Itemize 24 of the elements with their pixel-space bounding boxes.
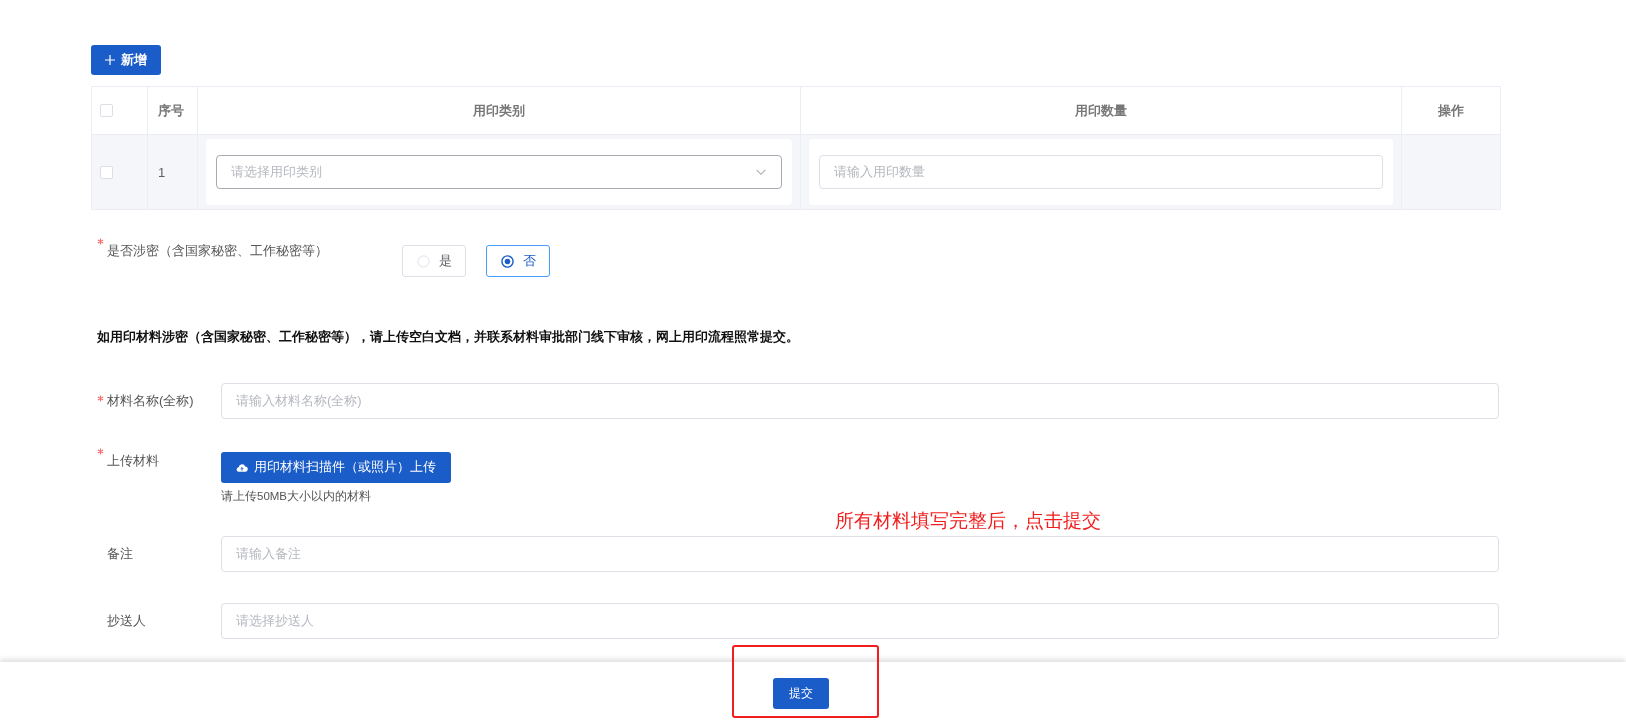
plus-icon <box>105 55 115 65</box>
radio-circle-icon <box>500 254 514 268</box>
chevron-down-icon <box>755 168 767 176</box>
column-header: 操作 <box>1438 101 1464 120</box>
field-label: 备注 <box>107 544 133 563</box>
cloud-upload-icon <box>236 462 248 473</box>
radio-option[interactable]: 否 <box>486 245 550 277</box>
column-header: 用印数量 <box>1075 101 1127 120</box>
upload-button[interactable]: 用印材料扫描件（或照片）上传 <box>221 452 451 483</box>
column-header: 序号 <box>158 101 184 120</box>
submit-button[interactable]: 提交 <box>773 678 829 709</box>
field-label: 抄送人 <box>107 611 146 630</box>
notice-text: 如用印材料涉密（含国家秘密、工作秘密等），请上传空白文档，并联系材料审批部门线下审核，网上用印流程照常提交。 <box>96 328 800 346</box>
upload-hint: 请上传50MB大小以内的材料 <box>221 489 373 504</box>
annotation-text: 所有材料填写完整后，点击提交 <box>835 509 1101 533</box>
field-label: 上传材料 <box>107 452 159 470</box>
checkbox[interactable] <box>100 104 113 117</box>
field-label: 是否涉密（含国家秘密、工作秘密等） <box>107 242 328 260</box>
radio-option[interactable]: 是 <box>402 245 466 277</box>
add-button[interactable]: 新增 <box>91 45 161 75</box>
row-number: 1 <box>158 164 166 180</box>
field-label: 材料名称(全称) <box>107 391 194 410</box>
checkbox[interactable] <box>100 165 113 179</box>
column-header: 用印类别 <box>473 101 525 120</box>
